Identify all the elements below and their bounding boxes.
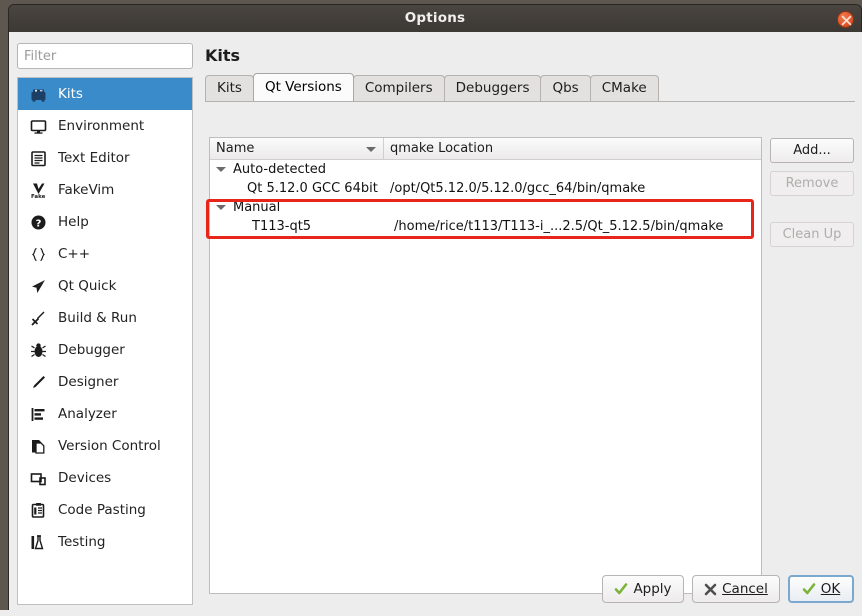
sidebar-item-label: C++: [58, 246, 91, 262]
check-icon: [614, 582, 628, 596]
cancel-button[interactable]: Cancel: [692, 575, 780, 603]
fakevim-icon: Fake: [28, 180, 48, 200]
column-header-name[interactable]: Name: [210, 138, 384, 159]
group-label: Auto-detected: [233, 162, 326, 177]
sidebar-item-label: Text Editor: [58, 150, 130, 166]
chevron-down-icon[interactable]: [216, 167, 226, 172]
sidebar-item-label: Kits: [58, 86, 83, 102]
sidebar-item-label: Help: [58, 214, 89, 230]
tab-qt-versions[interactable]: Qt Versions: [252, 73, 354, 101]
monitor-icon: [28, 116, 48, 136]
svg-text:?: ?: [35, 218, 41, 229]
column-header-qmake-location[interactable]: qmake Location: [384, 138, 761, 159]
sidebar-item-cpp[interactable]: C++: [18, 238, 192, 270]
sidebar-item-code-pasting[interactable]: Code Pasting: [18, 494, 192, 526]
sidebar-item-build-and-run[interactable]: Build & Run: [18, 302, 192, 334]
qt-versions-table[interactable]: Name qmake Location Auto-detected Qt 5.1…: [209, 137, 762, 594]
sidebar-item-label: Testing: [58, 534, 106, 550]
sidebar-item-fakevim[interactable]: Fake FakeVim: [18, 174, 192, 206]
svg-text:Fake: Fake: [31, 194, 46, 199]
analyzer-icon: [28, 404, 48, 424]
sidebar-item-label: Designer: [58, 374, 119, 390]
sidebar-item-label: Code Pasting: [58, 502, 146, 518]
testing-icon: [28, 532, 48, 552]
tab-kits[interactable]: Kits: [205, 75, 254, 101]
kits-icon: [28, 84, 48, 104]
sidebar-item-label: Analyzer: [58, 406, 117, 422]
tab-compilers[interactable]: Compilers: [352, 75, 445, 101]
table-cell-location: /opt/Qt5.12.0/5.12.0/gcc_64/bin/qmake: [390, 181, 646, 196]
bug-icon: [28, 340, 48, 360]
apply-button-label: Apply: [633, 581, 672, 597]
table-cell-name: Auto-detected: [210, 162, 384, 177]
cancel-button-label: Cancel: [722, 581, 768, 597]
tab-cmake[interactable]: CMake: [589, 75, 659, 101]
sidebar-item-version-control[interactable]: Version Control: [18, 430, 192, 462]
sidebar-item-environment[interactable]: Environment: [18, 110, 192, 142]
check-icon: [802, 582, 816, 596]
remove-button: Remove: [770, 171, 854, 196]
sidebar-item-label: FakeVim: [58, 182, 115, 198]
table-row[interactable]: T113-qt5 /home/rice/t113/T113-i_...2.5/Q…: [210, 217, 761, 236]
sort-descending-icon: [366, 147, 376, 152]
sidebar-item-label: Environment: [58, 118, 145, 134]
table-cell-location: /home/rice/t113/T113-i_...2.5/Qt_5.12.5/…: [394, 219, 724, 234]
version-control-icon: [28, 436, 48, 456]
tab-debuggers[interactable]: Debuggers: [443, 75, 542, 101]
table-cell-name: Manual: [210, 200, 384, 215]
close-icon[interactable]: [837, 11, 854, 28]
sidebar-item-analyzer[interactable]: Analyzer: [18, 398, 192, 430]
apply-button[interactable]: Apply: [602, 575, 684, 603]
cross-icon: [704, 583, 717, 596]
filter-input[interactable]: [17, 43, 193, 69]
settings-category-list[interactable]: Kits Environment Text Editor Fake FakeVi…: [17, 77, 193, 605]
sidebar-item-kits[interactable]: Kits: [18, 78, 192, 110]
table-header-row: Name qmake Location: [210, 138, 761, 160]
clean-up-button: Clean Up: [770, 222, 854, 247]
table-cell-name: Qt 5.12.0 GCC 64bit: [247, 181, 378, 196]
window-title: Options: [404, 10, 466, 26]
sidebar-item-label: Build & Run: [58, 310, 137, 326]
paper-plane-icon: [28, 276, 48, 296]
braces-icon: [28, 244, 48, 264]
column-header-name-label: Name: [216, 141, 255, 156]
devices-icon: [28, 468, 48, 488]
ok-button-label: OK: [820, 581, 841, 597]
text-editor-icon: [28, 148, 48, 168]
table-row[interactable]: Auto-detected: [210, 160, 761, 179]
close-glyph: [841, 15, 852, 26]
screen: Options Kits: [0, 0, 862, 616]
ok-button[interactable]: OK: [788, 575, 854, 603]
sidebar-item-devices[interactable]: Devices: [18, 462, 192, 494]
options-dialog: Kits Environment: [8, 32, 862, 610]
sidebar-item-testing[interactable]: Testing: [18, 526, 192, 558]
sidebar-item-text-editor[interactable]: Text Editor: [18, 142, 192, 174]
table-row[interactable]: Manual: [210, 198, 761, 217]
sidebar-item-designer[interactable]: Designer: [18, 366, 192, 398]
sidebar-item-label: Debugger: [58, 342, 125, 358]
add-button[interactable]: Add...: [770, 138, 854, 163]
sidebar-item-debugger[interactable]: Debugger: [18, 334, 192, 366]
sidebar-item-help[interactable]: ? Help: [18, 206, 192, 238]
group-label: Manual: [233, 200, 281, 215]
page-title: Kits: [205, 46, 241, 65]
chevron-down-icon[interactable]: [216, 205, 226, 210]
tab-bar: Kits Qt Versions Compilers Debuggers Qbs…: [205, 73, 855, 101]
sidebar-item-label: Devices: [58, 470, 112, 486]
sidebar-item-qt-quick[interactable]: Qt Quick: [18, 270, 192, 302]
hammer-icon: [28, 308, 48, 328]
pencil-icon: [28, 372, 48, 392]
desktop-bottom-strip: [0, 610, 862, 616]
sidebar-item-label: Qt Quick: [58, 278, 117, 294]
sidebar-item-label: Version Control: [58, 438, 161, 454]
table-row[interactable]: Qt 5.12.0 GCC 64bit /opt/Qt5.12.0/5.12.0…: [210, 179, 761, 198]
window-titlebar[interactable]: Options: [8, 4, 862, 32]
tab-qbs[interactable]: Qbs: [540, 75, 591, 101]
help-icon: ?: [28, 212, 48, 232]
clipboard-icon: [28, 500, 48, 520]
table-cell-name: T113-qt5: [252, 219, 312, 234]
